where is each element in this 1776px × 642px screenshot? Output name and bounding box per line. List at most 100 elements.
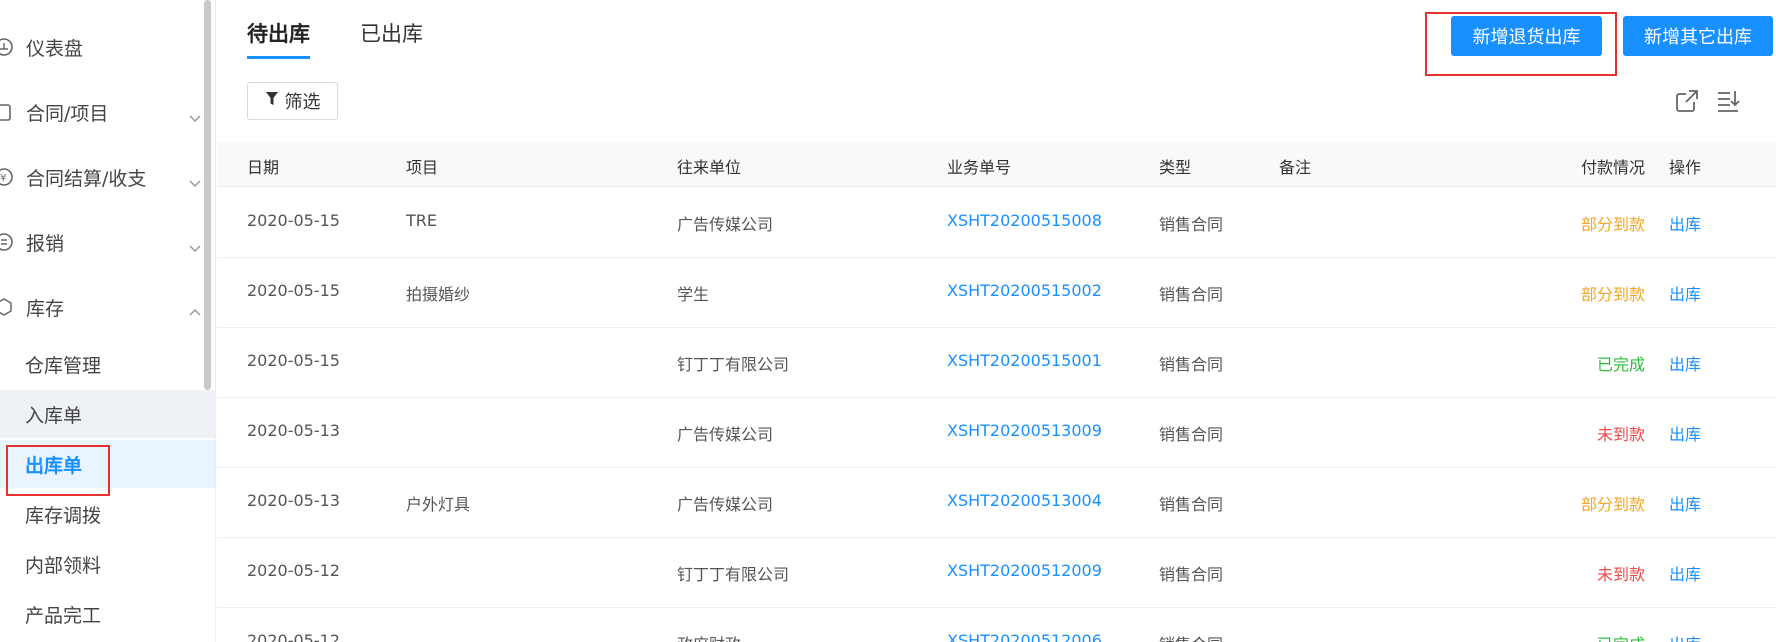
table-row: 2020-05-15 拍摄婚纱 学生 XSHT20200515002 销售合同 … [217, 257, 1776, 328]
sidebar-subitem-label: 库存调拨 [25, 504, 102, 527]
cell-order-no-link[interactable]: XSHT20200515001 [947, 351, 1102, 370]
outbound-action-link[interactable]: 出库 [1669, 631, 1701, 642]
filter-icon [265, 91, 279, 112]
cell-partner: 广告传媒公司 [677, 215, 774, 234]
outbound-action-link[interactable]: 出库 [1669, 561, 1701, 585]
cell-date: 2020-05-15 [247, 211, 340, 230]
cell-type: 销售合同 [1159, 495, 1224, 514]
cell-type: 销售合同 [1159, 285, 1224, 304]
sidebar-subitem-label: 入库单 [25, 404, 83, 427]
sidebar-item-contract-project[interactable]: 合同/项目 [0, 92, 215, 132]
cell-order-no-link[interactable]: XSHT20200512006 [947, 631, 1102, 642]
column-header-remark: 备注 [1279, 158, 1312, 177]
cell-payment-status: 未到款 [1596, 425, 1645, 444]
outbound-action-link[interactable]: 出库 [1669, 421, 1701, 445]
cell-payment-status: 部分到款 [1580, 215, 1645, 234]
cell-order-no-link[interactable]: XSHT20200515002 [947, 281, 1102, 300]
cell-order-no-link[interactable]: XSHT20200512009 [947, 561, 1102, 580]
outbound-action-link[interactable]: 出库 [1669, 281, 1701, 305]
cell-order-no-link[interactable]: XSHT20200513004 [947, 491, 1102, 510]
cell-project: 户外灯具 [406, 495, 471, 514]
sidebar-subitem-warehouse[interactable]: 仓库管理 [0, 340, 215, 388]
sidebar-item-settlement[interactable]: ¥ 合同结算/收支 [0, 157, 215, 197]
table-row: 2020-05-12 钉丁丁有限公司 XSHT20200512009 销售合同 … [217, 537, 1776, 608]
cell-partner: 政府财政 [677, 631, 741, 642]
document-icon [0, 102, 14, 122]
cell-project: TRE [406, 211, 437, 230]
sidebar-item-label: 合同/项目 [26, 102, 109, 125]
sidebar-item-dashboard[interactable]: 仪表盘 [0, 27, 215, 67]
cell-partner: 广告传媒公司 [677, 425, 774, 444]
chevron-down-icon [188, 236, 202, 253]
chevron-up-icon [188, 301, 202, 316]
sidebar-subitem-transfer[interactable]: 库存调拨 [0, 490, 215, 538]
table-header: 日期 项目 往来单位 业务单号 类型 备注 付款情况 操作 [217, 142, 1776, 187]
tab-completed-outbound[interactable]: 已出库 [360, 18, 423, 48]
export-icon[interactable] [1674, 88, 1700, 114]
cell-payment-status: 已完成 [1596, 355, 1645, 374]
cell-date: 2020-05-15 [247, 351, 340, 370]
add-return-outbound-button[interactable]: 新增退货出库 [1451, 16, 1602, 56]
cell-date: 2020-05-13 [247, 421, 340, 440]
cell-date: 2020-05-13 [247, 491, 340, 510]
add-other-outbound-button[interactable]: 新增其它出库 [1623, 16, 1773, 56]
cell-type: 销售合同 [1159, 565, 1224, 584]
table-row: 2020-05-15 钉丁丁有限公司 XSHT20200515001 销售合同 … [217, 327, 1776, 398]
cell-payment-status: 部分到款 [1580, 285, 1645, 304]
table-row: 2020-05-13 广告传媒公司 XSHT20200513009 销售合同 未… [217, 397, 1776, 468]
column-header-type: 类型 [1159, 158, 1192, 177]
highlight-box-outbound [6, 445, 110, 496]
cell-type: 销售合同 [1159, 425, 1224, 444]
cell-type: 销售合同 [1159, 215, 1224, 234]
sidebar-item-label: 报销 [26, 232, 65, 255]
cell-partner: 学生 [677, 285, 710, 304]
sidebar-subitem-internal-requisition[interactable]: 内部领料 [0, 540, 215, 588]
cell-partner: 钉丁丁有限公司 [677, 355, 790, 374]
column-header-operation: 操作 [1669, 158, 1702, 177]
table-row: 2020-05-13 户外灯具 广告传媒公司 XSHT20200513004 销… [217, 467, 1776, 538]
sidebar-item-inventory[interactable]: 库存 [0, 287, 215, 327]
column-header-partner: 往来单位 [677, 158, 742, 177]
cell-project: 拍摄婚纱 [406, 285, 471, 304]
dashboard-icon [0, 37, 14, 57]
outbound-action-link[interactable]: 出库 [1669, 491, 1701, 515]
chevron-down-icon [188, 106, 202, 123]
cell-date: 2020-05-15 [247, 281, 340, 300]
sidebar-subitem-label: 产品完工 [25, 604, 102, 627]
sidebar-item-label: 库存 [26, 297, 65, 320]
inventory-icon [0, 297, 14, 317]
sidebar-subitem-label: 仓库管理 [25, 354, 102, 377]
table-row: 2020-05-12 政府财政 XSHT20200512006 销售合同 已完成… [217, 607, 1776, 642]
filter-button[interactable]: 筛选 [247, 82, 338, 120]
column-header-order-no: 业务单号 [947, 158, 1012, 177]
outbound-action-link[interactable]: 出库 [1669, 211, 1701, 235]
cell-payment-status: 已完成 [1565, 631, 1645, 642]
svg-text:¥: ¥ [0, 173, 6, 184]
chevron-down-icon [188, 171, 202, 188]
tab-pending-outbound[interactable]: 待出库 [247, 18, 310, 48]
sidebar: 仪表盘 合同/项目 ¥ 合同结算/收支 报销 库存 仓库管理 入库单 出库单 库… [0, 0, 216, 642]
sidebar-subitem-inbound[interactable]: 入库单 [0, 390, 215, 438]
cell-order-no-link[interactable]: XSHT20200513009 [947, 421, 1102, 440]
cell-order-no-link[interactable]: XSHT20200515008 [947, 211, 1102, 230]
cell-payment-status: 未到款 [1596, 565, 1645, 584]
column-header-project: 项目 [406, 158, 439, 177]
sidebar-item-label: 仪表盘 [26, 37, 84, 60]
sidebar-subitem-label: 内部领料 [25, 554, 102, 577]
cell-partner: 钉丁丁有限公司 [677, 565, 790, 584]
sidebar-item-reimburse[interactable]: 报销 [0, 222, 215, 262]
cell-type: 销售合同 [1159, 631, 1223, 642]
sidebar-item-label: 合同结算/收支 [26, 167, 147, 190]
cell-partner: 广告传媒公司 [677, 495, 774, 514]
table-row: 2020-05-15 TRE 广告传媒公司 XSHT20200515008 销售… [217, 187, 1776, 258]
cell-date: 2020-05-12 [247, 631, 340, 642]
cell-payment-status: 部分到款 [1580, 495, 1645, 514]
outbound-action-link[interactable]: 出库 [1669, 351, 1701, 375]
settlement-icon: ¥ [0, 167, 14, 187]
sort-download-icon[interactable] [1715, 88, 1741, 114]
cell-date: 2020-05-12 [247, 561, 340, 580]
column-header-date: 日期 [247, 158, 280, 177]
filter-button-label: 筛选 [284, 92, 321, 113]
sidebar-subitem-product-completion[interactable]: 产品完工 [0, 590, 215, 638]
reimburse-icon [0, 232, 14, 252]
